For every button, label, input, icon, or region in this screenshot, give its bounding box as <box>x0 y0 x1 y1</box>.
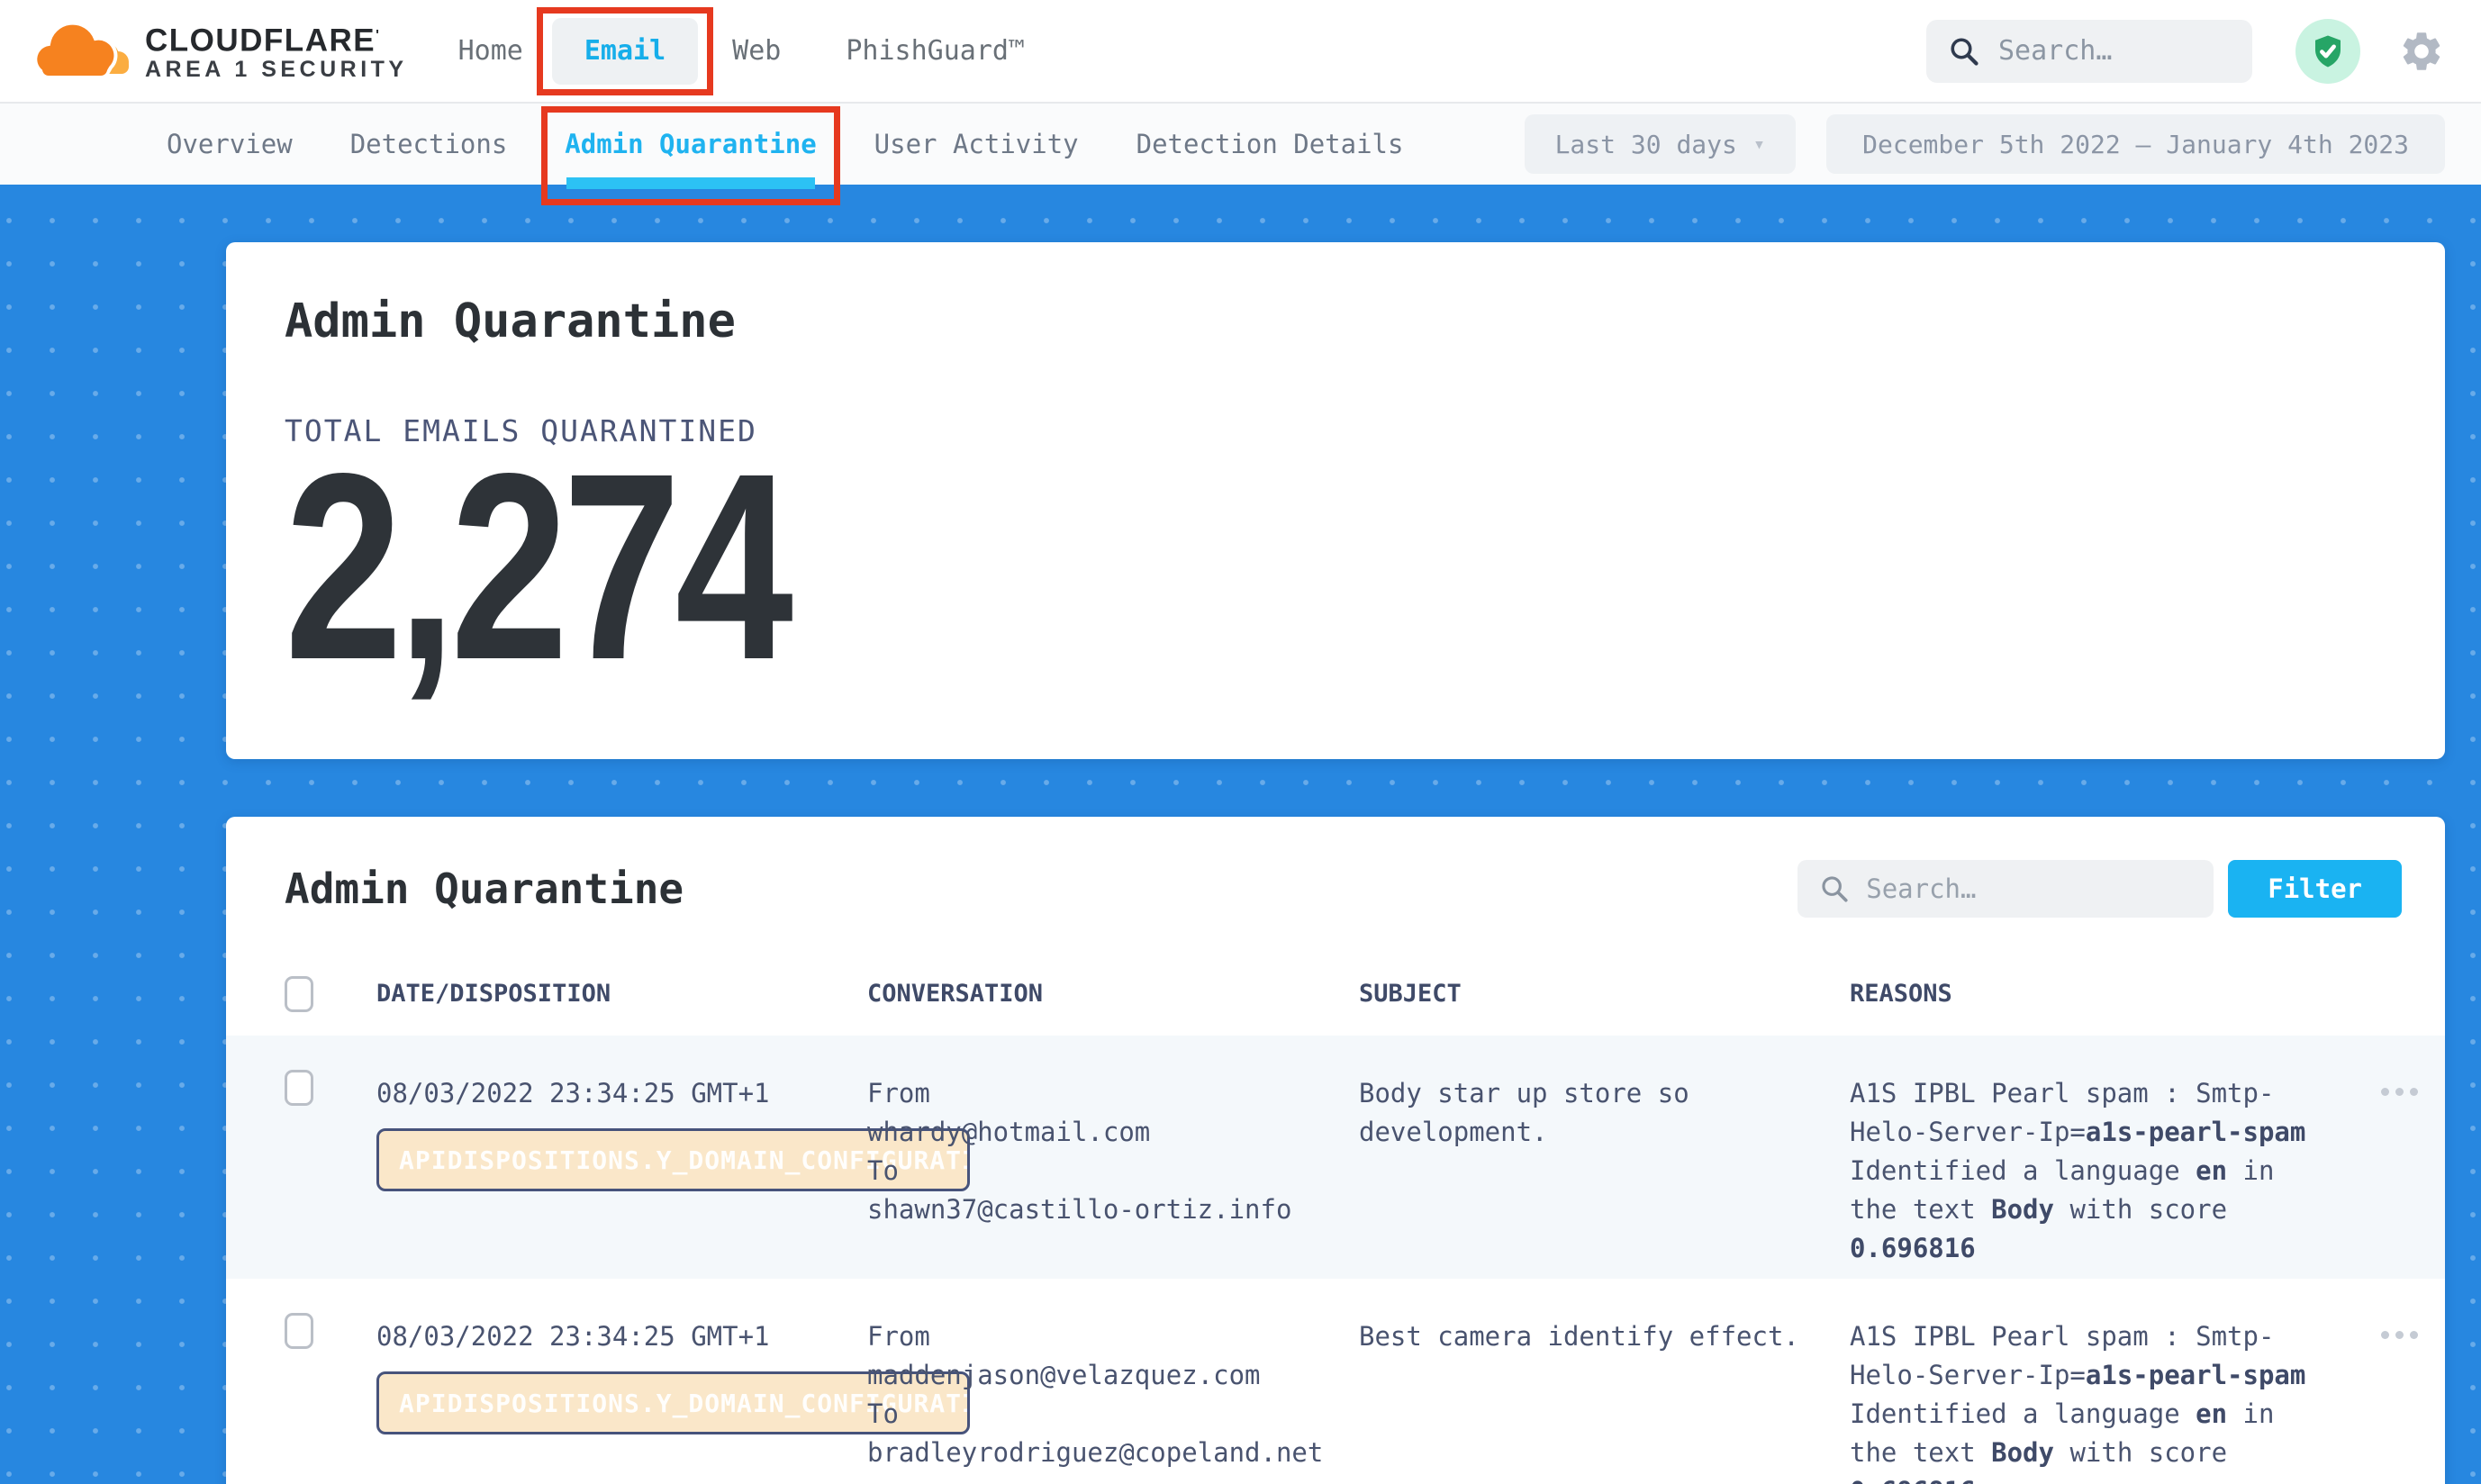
column-header-date: DATE/DISPOSITION <box>376 980 867 1008</box>
row-date: 08/03/2022 23:34:25 GMT+1 <box>376 1074 867 1113</box>
top-navigation: Home Email Web PhishGuard™ <box>449 18 1034 85</box>
date-range-picker[interactable]: December 5th 2022 — January 4th 2023 <box>1826 114 2445 174</box>
table-search-input[interactable] <box>1866 873 2172 904</box>
column-header-conversation: CONVERSATION <box>867 980 1359 1008</box>
cloudflare-logo: CLOUDFLARE' AREA 1 SECURITY <box>32 20 408 83</box>
subnav-item-admin-quarantine-label: Admin Quarantine <box>565 129 816 159</box>
logo-line2: AREA 1 SECURITY <box>145 57 408 82</box>
table-search-box[interactable] <box>1797 860 2214 918</box>
settings-button[interactable] <box>2398 28 2445 75</box>
logo-text: CLOUDFLARE' AREA 1 SECURITY <box>145 20 408 83</box>
period-dropdown[interactable]: Last 30 days ▾ <box>1525 114 1797 174</box>
shield-check-icon <box>2309 32 2347 70</box>
topnav-item-home[interactable]: Home <box>449 35 532 67</box>
dashboard-background: Admin Quarantine TOTAL EMAILS QUARANTINE… <box>0 185 2481 1484</box>
topnav-item-phishguard[interactable]: PhishGuard™ <box>837 35 1034 67</box>
gear-icon <box>2398 28 2445 75</box>
search-icon <box>1948 35 1980 68</box>
table-header-row: DATE/DISPOSITION CONVERSATION SUBJECT RE… <box>226 952 2445 1036</box>
conversation-cell: From whardy@hotmail.com To shawn37@casti… <box>867 1036 1359 1279</box>
to-address: shawn37@castillo-ortiz.info <box>867 1190 1359 1229</box>
top-bar: CLOUDFLARE' AREA 1 SECURITY Home Email W… <box>0 0 2481 104</box>
search-icon <box>1819 873 1850 904</box>
row-actions-menu[interactable] <box>2377 1322 2422 1348</box>
topnav-item-web[interactable]: Web <box>723 35 790 67</box>
column-header-subject: SUBJECT <box>1359 980 1850 1008</box>
logo-tm: ' <box>376 28 380 43</box>
subnav-item-detections[interactable]: Detections <box>350 128 508 160</box>
to-label: To <box>867 1395 1359 1434</box>
global-search-input[interactable] <box>1998 35 2223 67</box>
reasons-text: A1S IPBL Pearl spam : Smtp-Helo-Server-I… <box>1850 1317 2327 1484</box>
date-disposition-cell: 08/03/2022 23:34:25 GMT+1 APIDISPOSITION… <box>376 1279 867 1484</box>
row-checkbox[interactable] <box>285 1070 313 1106</box>
table-row[interactable]: 08/03/2022 23:34:25 GMT+1 APIDISPOSITION… <box>226 1279 2445 1484</box>
reasons-text: A1S IPBL Pearl spam : Smtp-Helo-Server-I… <box>1850 1074 2327 1268</box>
subject-text: Body star up store so development. <box>1359 1074 1809 1152</box>
date-controls: Last 30 days ▾ December 5th 2022 — Janua… <box>1525 114 2445 174</box>
period-dropdown-label: Last 30 days <box>1555 130 1737 159</box>
table-row[interactable]: 08/03/2022 23:34:25 GMT+1 APIDISPOSITION… <box>226 1036 2445 1279</box>
to-label: To <box>867 1152 1359 1190</box>
logo-line1: CLOUDFLARE' <box>145 20 408 58</box>
date-disposition-cell: 08/03/2022 23:34:25 GMT+1 APIDISPOSITION… <box>376 1036 867 1279</box>
from-label: From <box>867 1317 1359 1356</box>
row-checkbox[interactable] <box>285 1313 313 1349</box>
subnav-item-admin-quarantine[interactable]: Admin Quarantine <box>565 128 816 160</box>
table-card-title: Admin Quarantine <box>285 864 684 913</box>
admin-quarantine-table-card: Admin Quarantine Filter DATE/DISPOSITION… <box>226 817 2445 1484</box>
table-card-header: Admin Quarantine Filter <box>226 817 2445 952</box>
reasons-cell: A1S IPBL Pearl spam : Smtp-Helo-Server-I… <box>1850 1279 2354 1484</box>
select-all-checkbox[interactable] <box>285 976 313 1012</box>
topnav-item-email-label: Email <box>584 35 666 67</box>
cloudflare-cloud-icon <box>32 22 132 81</box>
total-quarantined-card: Admin Quarantine TOTAL EMAILS QUARANTINE… <box>226 242 2445 759</box>
date-range-label: December 5th 2022 — January 4th 2023 <box>1862 130 2409 159</box>
from-address: whardy@hotmail.com <box>867 1113 1359 1152</box>
from-address: maddenjason@velazquez.com <box>867 1356 1359 1395</box>
card-title: Admin Quarantine <box>285 294 2445 348</box>
subject-cell: Body star up store so development. <box>1359 1036 1850 1279</box>
from-label: From <box>867 1074 1359 1113</box>
filter-button[interactable]: Filter <box>2228 860 2402 918</box>
conversation-cell: From maddenjason@velazquez.com To bradle… <box>867 1279 1359 1484</box>
subnav-item-overview[interactable]: Overview <box>167 128 293 160</box>
subject-cell: Best camera identify effect. <box>1359 1279 1850 1484</box>
chevron-down-icon: ▾ <box>1753 133 1765 156</box>
column-header-reasons: REASONS <box>1850 980 2354 1008</box>
subject-text: Best camera identify effect. <box>1359 1317 1809 1356</box>
to-address: bradleyrodriguez@copeland.net <box>867 1434 1359 1472</box>
security-status-badge[interactable] <box>2295 19 2360 84</box>
metric-value: 2,274 <box>285 463 788 670</box>
email-sub-navigation: Overview Detections Admin Quarantine Use… <box>0 104 2481 185</box>
subnav-item-user-activity[interactable]: User Activity <box>874 128 1079 160</box>
subnav-item-detection-details[interactable]: Detection Details <box>1136 128 1404 160</box>
row-date: 08/03/2022 23:34:25 GMT+1 <box>376 1317 867 1356</box>
row-actions-menu[interactable] <box>2377 1079 2422 1105</box>
reasons-cell: A1S IPBL Pearl spam : Smtp-Helo-Server-I… <box>1850 1036 2354 1279</box>
topnav-item-email[interactable]: Email <box>552 18 698 85</box>
global-search-box[interactable] <box>1926 20 2252 83</box>
